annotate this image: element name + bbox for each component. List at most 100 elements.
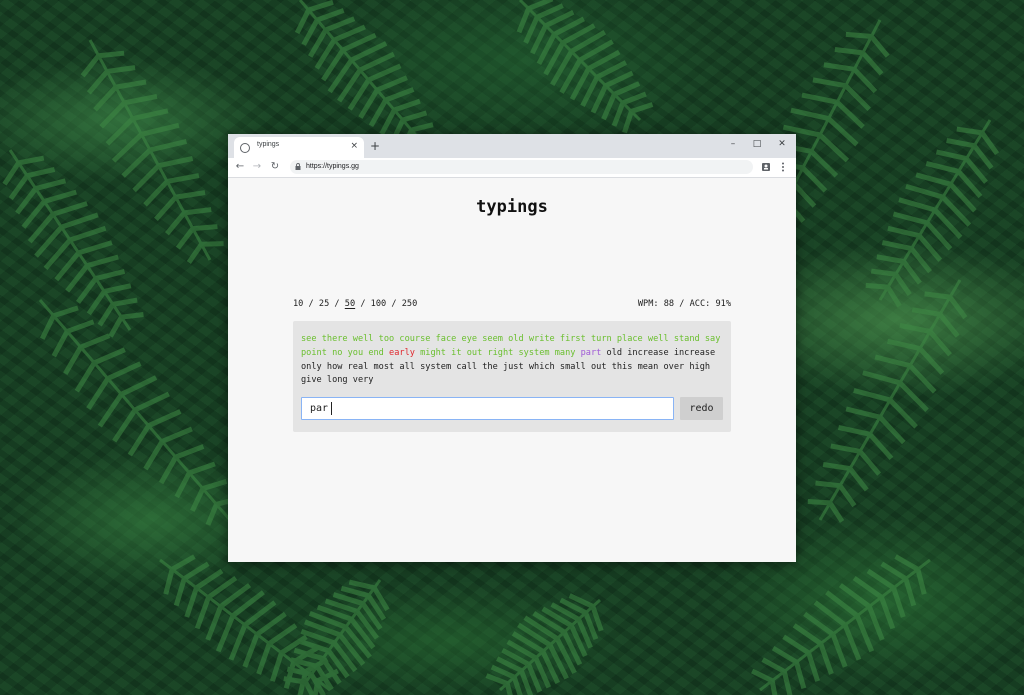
fern-leaflet [158,156,194,169]
tab-close-icon[interactable]: × [350,140,358,152]
prompt-word: there [321,334,348,344]
fern-leaflet [340,585,370,599]
word-count-option-250[interactable]: 250 [402,299,418,309]
fern-leaflet [891,587,906,618]
fern-leaflet [980,131,1000,156]
fern-leaflet [349,617,376,650]
fern-leaflet [127,424,151,457]
prompt-word: too [378,334,395,344]
minimize-icon[interactable]: – [721,136,745,152]
prompt-word: real [347,361,369,372]
tab-typings[interactable]: typings × [234,137,364,158]
back-arrow-icon[interactable]: ← [233,160,247,174]
prompt-word: only [301,361,322,372]
prompt-word: just [502,361,524,372]
fern-leaflet [192,224,218,232]
fern-leaflet [843,83,872,112]
word-count-separator: / [329,299,345,309]
fern-leaflet [782,634,810,655]
fern-leaflet [516,7,531,34]
fern-leaflet [108,315,124,338]
reload-icon[interactable]: ↻ [268,160,282,174]
prompt-word: course [399,334,431,344]
prompt-word: face [435,334,457,344]
fern-leaflet [194,596,211,630]
prompt-word: out [590,361,607,372]
word-count-selector: 10 / 25 / 50 / 100 / 250 [293,299,417,309]
word-count-option-50[interactable]: 50 [345,299,355,309]
prompt-word: old [606,347,623,358]
fern-leaflet [892,211,928,226]
fern-leaflet [95,268,126,281]
new-tab-button[interactable]: + [370,139,380,153]
fern-leaflet [938,312,960,338]
lock-icon [295,163,301,170]
fern-leaflet [43,189,77,204]
fern-leaflet [590,84,608,114]
fern-leaflet [393,98,421,113]
fern-leaflet [103,283,132,294]
word-count-option-25[interactable]: 25 [319,299,329,309]
close-window-icon[interactable]: ✕ [770,136,794,152]
fern-leaflet [65,264,90,293]
fern-leaflet [215,614,236,653]
maximize-icon[interactable]: □ [745,136,769,152]
kebab-menu-icon[interactable] [780,161,786,173]
fern-leaflet [826,116,859,147]
fern-leaflet [504,682,513,695]
typing-input[interactable] [302,398,673,419]
fern-leaflet [105,116,135,146]
fern-leaflet [410,122,434,133]
fern-leaflet [879,596,896,630]
fern-leaflet [947,295,968,320]
fern-leaflet [818,642,834,675]
redo-button[interactable]: redo [680,397,723,420]
extension-icon[interactable] [761,162,771,172]
fern-leaflet [842,624,862,661]
word-count-option-10[interactable]: 10 [293,299,303,309]
fern-leaflet [771,646,798,665]
fern-leaflet [63,345,83,375]
fern-leaflet [21,199,47,229]
fern-leaflet [801,166,828,193]
fern-leaflet [332,592,364,606]
fern-leaflet [205,503,219,526]
fern-leaflet [161,426,193,444]
fern-leaflet [256,642,272,675]
fern-leaflet [2,161,21,186]
fern-leaflet [86,290,107,316]
fern-leaflet [154,195,178,221]
fern-leaflet [868,432,894,461]
fern-leaflet [876,254,904,264]
fern-leaflet [818,133,850,163]
fern-leaflet [523,16,540,44]
fern-leaflet [308,28,328,58]
fern-leaflet [173,577,187,607]
address-bar[interactable]: https://typings.gg [290,160,753,174]
fern-leaflet [132,163,161,193]
fern-leaflet [54,251,81,282]
fern-leaflet [790,107,830,122]
fern-leaflet [893,272,912,296]
prompt-word: give [301,375,322,386]
word-count-option-100[interactable]: 100 [371,299,387,309]
fern-leaflet [925,221,953,251]
fern-leaflet [202,479,228,491]
fern-leaflet [866,605,885,641]
fern-leaflet [97,392,124,428]
fern-leaflet [837,425,871,437]
fern-leaflet [918,346,945,375]
fern-leaflet [143,440,165,471]
fern-leaflet [878,415,906,445]
fern-leaflet [77,240,113,256]
fern-leaflet [283,661,296,689]
fern-leaflet [316,8,345,23]
fern-leaflet [901,259,922,285]
fern-leaflet [174,471,192,499]
fern-leaflet [909,247,933,274]
fern-leaflet [544,10,575,28]
forward-arrow-icon[interactable]: → [250,160,264,174]
fern-leaflet [8,174,30,201]
prompt-word: turn [590,334,612,344]
fern-leaflet [812,77,847,89]
